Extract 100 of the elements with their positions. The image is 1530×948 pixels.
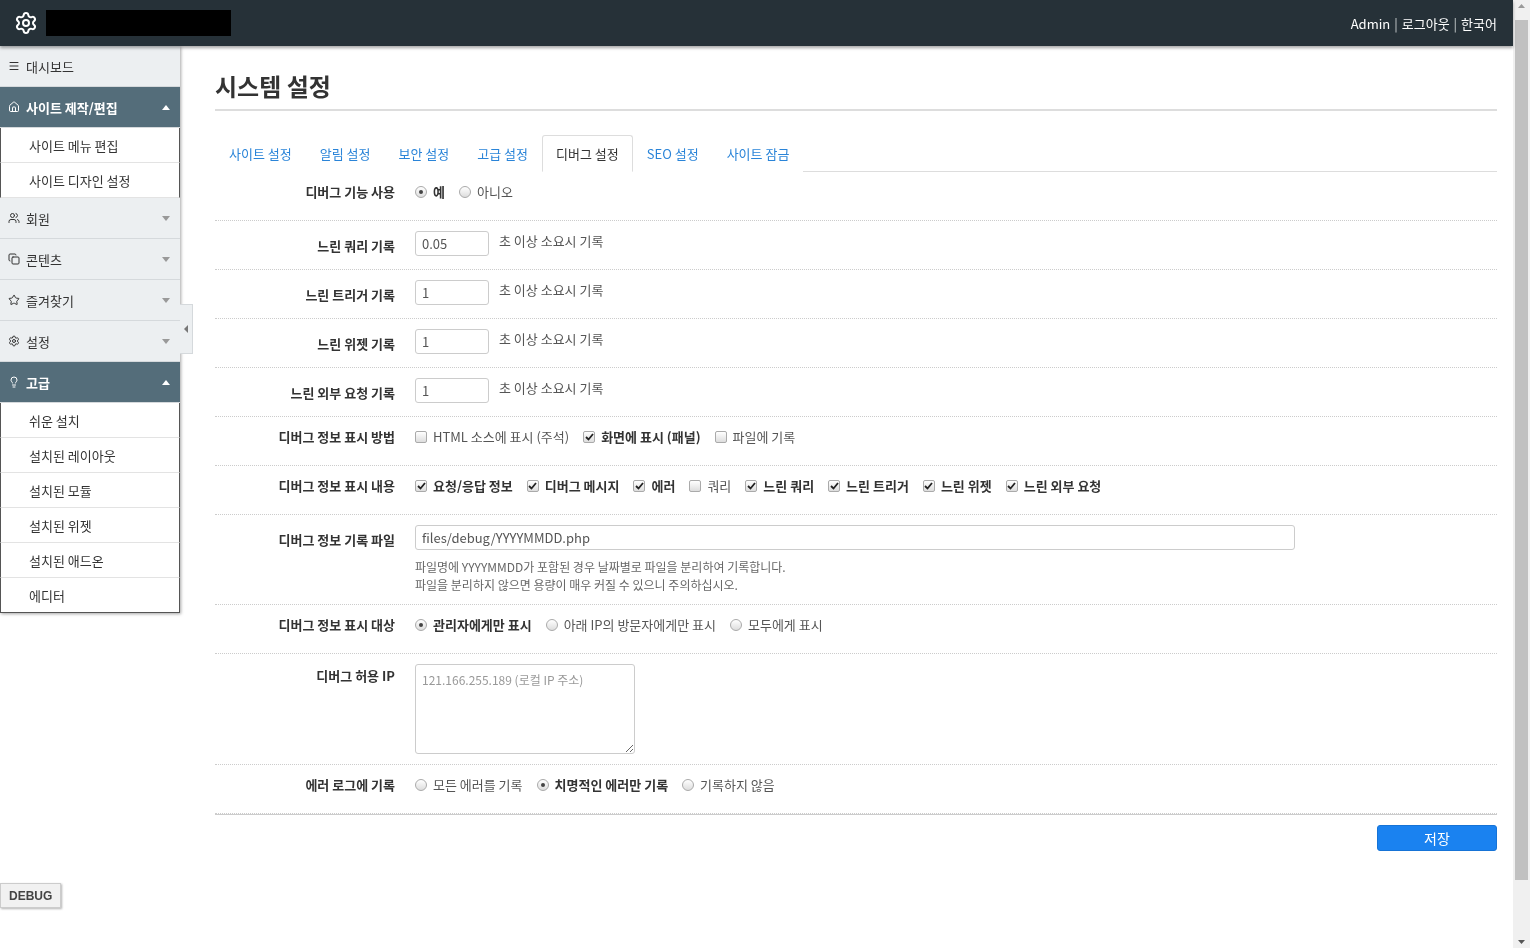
- submenu-item[interactable]: 쉬운 설치: [0, 403, 180, 438]
- caret-left-icon: [184, 325, 188, 333]
- caret-up-icon: [162, 104, 170, 110]
- number-field[interactable]: 1: [415, 280, 489, 305]
- field-label: 디버그 정보 기록 파일: [277, 529, 395, 549]
- radio-option[interactable]: 아래 IP의 방문자에게만 표시: [545, 615, 716, 634]
- sidebar-item[interactable]: 고급: [0, 362, 180, 403]
- settings-icon[interactable]: [14, 11, 38, 35]
- menu-item-icon: [8, 253, 20, 265]
- scroll-down-icon[interactable]: [1518, 940, 1525, 944]
- sidebar-item[interactable]: 설정: [0, 321, 180, 362]
- radio-button[interactable]: [415, 618, 427, 631]
- file-path-field[interactable]: files/debug/YYYYMMDD.php: [415, 525, 1295, 550]
- submenu-item[interactable]: 설치된 모듈: [0, 473, 180, 508]
- caret-down-icon: [162, 256, 170, 262]
- menu-item-icon: [8, 212, 20, 224]
- sidebar-item[interactable]: 회원: [0, 198, 180, 239]
- separator: |: [1453, 13, 1458, 33]
- checkbox-option[interactable]: HTML 소스에 표시 (주석): [415, 427, 570, 446]
- help-text: 파일명에 YYYYMMDD가 포함된 경우 날짜별로 파일을 분리하여 기록합니다. 파일을 분리하지 않으면 용량이 매우 커질 수 있으니 주의하십시오.: [415, 558, 787, 594]
- checkbox-option[interactable]: 디버그 메시지: [526, 476, 620, 495]
- field-label: 에러 로그에 기록: [304, 775, 395, 794]
- field-label: 느린 쿼리 기록: [316, 235, 395, 255]
- submenu-item[interactable]: 에디터: [0, 578, 180, 613]
- field-label: 느린 트리거 기록: [304, 284, 395, 304]
- checkbox-option[interactable]: 에러: [633, 476, 676, 495]
- checkbox[interactable]: [1005, 479, 1018, 492]
- radio-option[interactable]: 예: [415, 182, 445, 201]
- checkbox[interactable]: [415, 479, 427, 492]
- scrollbar[interactable]: [1513, 0, 1530, 948]
- save-button[interactable]: 저장: [1377, 825, 1497, 851]
- radio-option[interactable]: 모든 에러를 기록: [415, 775, 523, 794]
- checkbox[interactable]: [828, 479, 841, 492]
- checkbox[interactable]: [714, 430, 727, 443]
- radio-option[interactable]: 모두에게 표시: [730, 615, 823, 634]
- caret-down-icon: [162, 215, 170, 221]
- sidebar-item[interactable]: 사이트 제작/편집: [0, 87, 180, 128]
- menu-item-icon: [8, 376, 20, 388]
- radio-option[interactable]: 치명적인 에러만 기록: [536, 775, 669, 794]
- ip-textarea[interactable]: 121.166.255.189 (로컬 IP 주소): [415, 664, 635, 754]
- checkbox-option[interactable]: 느린 쿼리: [745, 476, 815, 495]
- checkbox-option[interactable]: 느린 위젯: [922, 476, 992, 495]
- submenu-item[interactable]: 설치된 레이아웃: [0, 438, 180, 473]
- submenu-item[interactable]: 설치된 위젯: [0, 508, 180, 543]
- submenu-item[interactable]: 사이트 디자인 설정: [0, 163, 180, 198]
- submenu-item[interactable]: 설치된 애드온: [0, 543, 180, 578]
- radio-option[interactable]: 아니오: [458, 182, 513, 201]
- checkbox[interactable]: [415, 430, 427, 443]
- field-label: 디버그 허용 IP: [315, 665, 395, 685]
- field-label: 느린 위젯 기록: [316, 333, 395, 353]
- checkbox-option[interactable]: 느린 외부 요청: [1005, 476, 1102, 495]
- radio-button[interactable]: [415, 778, 427, 791]
- radio-button[interactable]: [458, 185, 471, 198]
- checkbox-option[interactable]: 쿼리: [689, 476, 732, 495]
- sidebar-item[interactable]: 대시보드: [0, 46, 180, 87]
- checkbox-option[interactable]: 파일에 기록: [714, 427, 796, 446]
- radio-button[interactable]: [415, 185, 427, 198]
- caret-down-icon: [162, 338, 170, 344]
- tab[interactable]: 디버그 설정: [542, 135, 633, 172]
- field-label: 느린 외부 요청 기록: [289, 382, 395, 402]
- checkbox[interactable]: [689, 479, 702, 492]
- debug-button[interactable]: DEBUG: [0, 883, 62, 908]
- checkbox[interactable]: [583, 430, 596, 443]
- collapse-handle[interactable]: [180, 304, 193, 354]
- header-link[interactable]: 로그아웃: [1401, 13, 1450, 33]
- separator: |: [1394, 13, 1398, 33]
- caret-down-icon: [162, 297, 170, 303]
- checkbox-option[interactable]: 요청/응답 정보: [415, 476, 513, 495]
- caret-up-icon: [162, 379, 170, 385]
- menu-item-icon: [8, 101, 20, 113]
- checkbox-option[interactable]: 느린 트리거: [828, 476, 909, 495]
- number-field[interactable]: 0.05: [415, 231, 489, 256]
- radio-button[interactable]: [730, 618, 742, 631]
- checkbox[interactable]: [922, 479, 935, 492]
- checkbox[interactable]: [745, 479, 758, 492]
- suffix-text: 초 이상 소요시 기록: [499, 378, 604, 397]
- field-label: 디버그 기능 사용: [304, 182, 395, 201]
- sidebar-item[interactable]: 콘텐츠: [0, 239, 180, 280]
- radio-button[interactable]: [545, 618, 558, 631]
- header-link[interactable]: 한국어: [1461, 13, 1497, 33]
- number-field[interactable]: 1: [415, 329, 489, 354]
- field-label: 디버그 정보 표시 방법: [277, 427, 395, 446]
- suffix-text: 초 이상 소요시 기록: [499, 329, 604, 348]
- checkbox[interactable]: [633, 479, 646, 492]
- number-field[interactable]: 1: [415, 378, 489, 403]
- checkbox[interactable]: [526, 479, 539, 492]
- radio-button[interactable]: [536, 778, 549, 791]
- checkbox-option[interactable]: 화면에 표시 (패널): [583, 427, 701, 446]
- radio-option[interactable]: 관리자에게만 표시: [415, 615, 532, 634]
- menu-item-icon: [8, 294, 20, 306]
- submenu-item[interactable]: 사이트 메뉴 편집: [0, 128, 180, 163]
- sidebar-item[interactable]: 즐겨찾기: [0, 280, 180, 321]
- header-link[interactable]: Admin: [1350, 13, 1391, 33]
- suffix-text: 초 이상 소요시 기록: [499, 231, 604, 250]
- suffix-text: 초 이상 소요시 기록: [499, 280, 604, 299]
- menu-item-icon: [8, 60, 20, 72]
- page-title: 시스템 설정: [215, 68, 1497, 111]
- radio-option[interactable]: 기록하지 않음: [682, 775, 775, 794]
- radio-button[interactable]: [682, 778, 695, 791]
- field-label: 디버그 정보 표시 내용: [277, 476, 395, 495]
